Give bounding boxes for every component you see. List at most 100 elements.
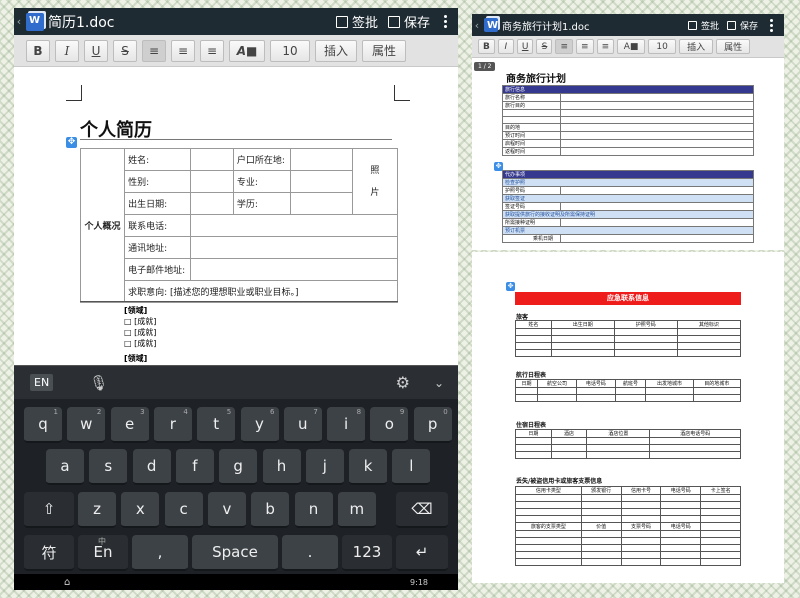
table-row bbox=[515, 342, 742, 350]
more-menu-icon[interactable] bbox=[440, 15, 450, 28]
key-e[interactable]: e3 bbox=[110, 407, 149, 443]
document-title: 商务旅行计划1.doc bbox=[502, 21, 590, 33]
numbers-key[interactable]: 123 bbox=[342, 535, 392, 571]
key-h[interactable]: h bbox=[262, 449, 301, 485]
key-r[interactable]: r4 bbox=[153, 407, 192, 443]
back-icon[interactable]: ‹ bbox=[472, 19, 482, 32]
table-row: 获取签证 bbox=[502, 194, 754, 203]
page-indicator: 1 / 2 bbox=[474, 62, 496, 71]
key-o[interactable]: o9 bbox=[370, 407, 409, 443]
save-button[interactable]: 保存 bbox=[726, 19, 758, 32]
table-row bbox=[515, 349, 742, 357]
strike-button[interactable]: S bbox=[113, 39, 137, 62]
format-toolbar: B I U S ≡ ≡ ≡ A■ 10 插入 属性 bbox=[472, 36, 784, 58]
bold-button[interactable]: B bbox=[26, 39, 50, 62]
key-m[interactable]: m bbox=[337, 492, 376, 528]
key-y[interactable]: y6 bbox=[240, 407, 279, 443]
key-l[interactable]: l bbox=[392, 449, 431, 485]
key-z[interactable]: z bbox=[78, 492, 116, 528]
settings-gear-icon[interactable]: ⚙ bbox=[396, 373, 410, 392]
align-left-icon[interactable]: ≡ bbox=[142, 39, 166, 62]
title-rule bbox=[80, 139, 392, 140]
table-move-handle-icon[interactable]: ✥ bbox=[506, 282, 515, 291]
key-q[interactable]: q1 bbox=[24, 407, 62, 443]
insert-button[interactable]: 插入 bbox=[315, 39, 357, 62]
key-s[interactable]: s bbox=[89, 449, 128, 485]
table-move-handle-icon[interactable]: ✥ bbox=[66, 137, 77, 148]
save-icon bbox=[387, 15, 400, 28]
key-k[interactable]: k bbox=[349, 449, 388, 485]
underline-button[interactable]: U bbox=[516, 39, 534, 54]
properties-button[interactable]: 属性 bbox=[362, 39, 406, 62]
table-row: 检查护照 bbox=[502, 178, 754, 187]
left-screen: ‹ 简历1.doc 签批 保存 B I U S ≡ ≡ ≡ A■ 10 插入 属… bbox=[14, 8, 458, 590]
status-time: 9:18 bbox=[410, 577, 428, 587]
font-color-icon[interactable]: A■ bbox=[617, 39, 646, 54]
key-b[interactable]: b bbox=[251, 492, 290, 528]
symbol-key[interactable]: 符 bbox=[24, 535, 74, 571]
table-row bbox=[515, 530, 741, 538]
home-icon[interactable]: ⌂ bbox=[64, 577, 70, 588]
key-i[interactable]: i8 bbox=[327, 407, 366, 443]
emergency-contact-banner: 应急联系信息 bbox=[515, 292, 741, 305]
microphone-icon[interactable]: 🎙 bbox=[89, 374, 108, 392]
table-row bbox=[515, 335, 742, 343]
align-right-icon[interactable]: ≡ bbox=[596, 39, 615, 54]
key-t[interactable]: t5 bbox=[197, 407, 236, 443]
key-x[interactable]: x bbox=[121, 492, 160, 528]
enter-key-icon[interactable]: ↵ bbox=[396, 535, 448, 571]
key-a[interactable]: a bbox=[46, 449, 84, 485]
chinese-english-key[interactable]: En 中 bbox=[78, 535, 128, 571]
collapse-keyboard-icon[interactable]: ⌄ bbox=[434, 376, 444, 390]
key-p[interactable]: p0 bbox=[413, 407, 452, 443]
table-row: 签证号码 bbox=[502, 202, 754, 211]
language-selector[interactable]: EN bbox=[30, 374, 54, 391]
word-doc-icon bbox=[26, 12, 44, 31]
format-toolbar: B I U S ≡ ≡ ≡ A■ 10 插入 属性 bbox=[14, 35, 458, 67]
backspace-key-icon[interactable]: ⌫ bbox=[396, 492, 448, 528]
key-n[interactable]: n bbox=[294, 492, 333, 528]
section-label: 个人概况 bbox=[79, 148, 126, 303]
strike-button[interactable]: S bbox=[536, 39, 553, 54]
table-row: 预订机票 bbox=[502, 226, 754, 235]
table-row bbox=[502, 109, 754, 117]
approve-button[interactable]: 签批 bbox=[687, 19, 719, 32]
more-menu-icon[interactable] bbox=[766, 18, 776, 32]
space-key[interactable]: Space bbox=[192, 535, 278, 571]
align-left-icon[interactable]: ≡ bbox=[555, 39, 574, 54]
bold-button[interactable]: B bbox=[478, 39, 495, 54]
align-center-icon[interactable]: ≡ bbox=[171, 39, 195, 62]
table-row bbox=[515, 558, 741, 566]
font-size-select[interactable]: 10 bbox=[270, 39, 310, 62]
key-d[interactable]: d bbox=[132, 449, 171, 485]
flight-schedule-heading: 航行日程表 bbox=[516, 372, 547, 379]
properties-button[interactable]: 属性 bbox=[716, 39, 751, 54]
key-g[interactable]: g bbox=[219, 449, 258, 485]
document-canvas[interactable]: 个人简历 ✥ 个人概况 姓名: 户口所在地: 照片 性别: 专业: 出生日期: 学历… bbox=[14, 67, 458, 365]
key-j[interactable]: j bbox=[305, 449, 344, 485]
app-title-bar: ‹ 商务旅行计划1.doc 签批 保存 bbox=[472, 14, 784, 36]
key-f[interactable]: f bbox=[175, 449, 214, 485]
key-c[interactable]: c bbox=[164, 492, 203, 528]
comma-key[interactable]: , bbox=[132, 535, 188, 571]
align-center-icon[interactable]: ≡ bbox=[576, 39, 594, 54]
key-w[interactable]: w2 bbox=[67, 407, 106, 443]
approve-button[interactable]: 签批 bbox=[335, 12, 378, 31]
key-u[interactable]: u7 bbox=[283, 407, 322, 443]
period-key[interactable]: . bbox=[282, 535, 338, 571]
back-icon[interactable]: ‹ bbox=[14, 15, 24, 28]
align-right-icon[interactable]: ≡ bbox=[200, 39, 224, 62]
underline-button[interactable]: U bbox=[84, 39, 108, 62]
table-row bbox=[515, 394, 742, 402]
save-button[interactable]: 保存 bbox=[387, 12, 430, 31]
shift-key-icon[interactable]: ⇧ bbox=[24, 492, 74, 528]
document-canvas[interactable]: 1 / 2 商务旅行计划 旅行信息 旅行名称 旅行目的 目的地 预订时间 启程时间 返程时间… bbox=[472, 58, 784, 250]
italic-button[interactable]: I bbox=[55, 39, 79, 62]
font-size-select[interactable]: 10 bbox=[648, 39, 677, 54]
table-row bbox=[515, 437, 741, 445]
key-v[interactable]: v bbox=[207, 492, 246, 528]
right-bottom-screen[interactable]: ✥ 应急联系信息 旅客 姓名 出生日期 护照号码 其他标识 航行日程表 日期 航空公司电… bbox=[472, 252, 784, 583]
italic-button[interactable]: I bbox=[497, 39, 514, 54]
font-color-icon[interactable]: A■ bbox=[229, 39, 265, 62]
insert-button[interactable]: 插入 bbox=[679, 39, 714, 54]
